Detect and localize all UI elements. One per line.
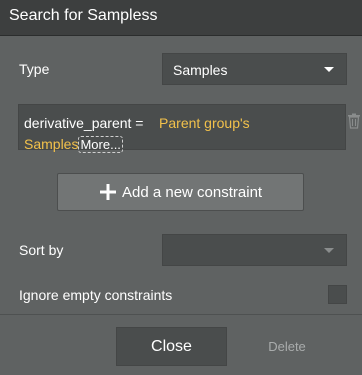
type-dropdown-value: Samples (173, 62, 228, 78)
delete-button[interactable]: Delete (255, 327, 319, 366)
constraint-value-continued[interactable]: Samples (24, 136, 78, 152)
add-constraint-button[interactable]: Add a new constraint (57, 173, 304, 211)
chevron-down-icon (324, 248, 334, 253)
chevron-down-icon (324, 67, 334, 72)
more-button[interactable]: More... (78, 136, 123, 153)
plus-icon (100, 184, 116, 200)
constraint-field: derivative_parent = (24, 115, 144, 131)
constraint-value[interactable]: Parent group's (159, 115, 250, 131)
trash-icon[interactable] (347, 113, 361, 129)
sort-by-dropdown[interactable] (162, 234, 347, 266)
type-label: Type (19, 61, 50, 77)
dialog-titlebar: Search for Sampless (0, 0, 362, 36)
dialog-title: Search for Sampless (9, 7, 158, 24)
ignore-empty-label: Ignore empty constraints (19, 287, 173, 303)
footer-divider (0, 314, 362, 315)
sort-by-label: Sort by (19, 242, 64, 258)
type-dropdown[interactable]: Samples (162, 53, 347, 85)
constraint-row[interactable]: derivative_parent = Parent group's Sampl… (18, 104, 346, 153)
search-dialog: Search for Sampless Type Samples derivat… (0, 0, 362, 375)
close-button[interactable]: Close (116, 327, 227, 366)
ignore-empty-checkbox[interactable] (328, 285, 347, 304)
add-constraint-label: Add a new constraint (122, 184, 263, 201)
constraint-expression: derivative_parent = Parent group's Sampl… (24, 113, 344, 155)
